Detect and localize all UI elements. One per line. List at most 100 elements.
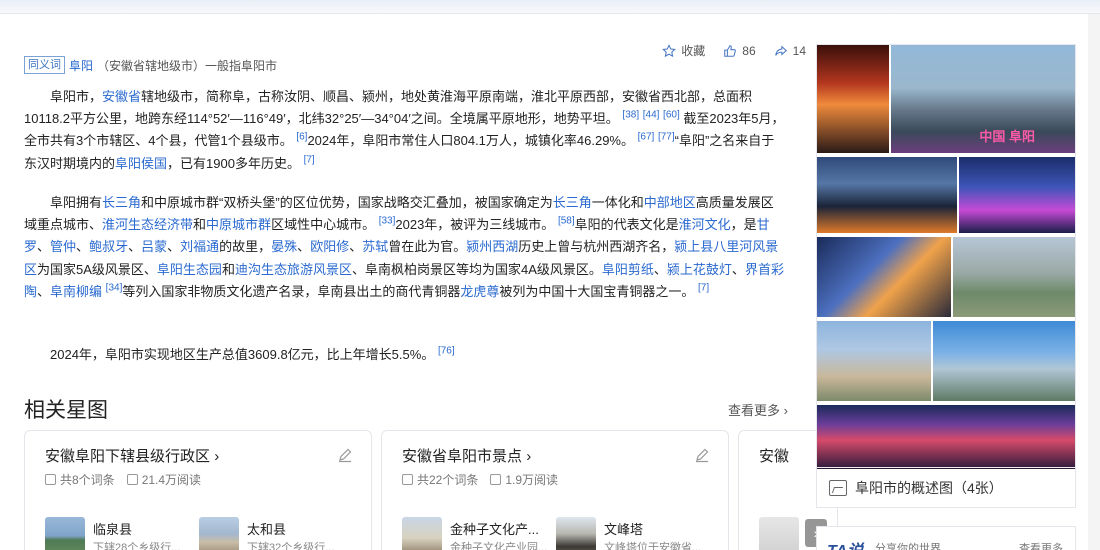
link-yangtze-delta-2[interactable]: 长三角 <box>553 195 592 210</box>
link-baoshuya[interactable]: 鲍叔牙 <box>89 239 128 254</box>
text: 阜阳市， <box>50 89 103 104</box>
thumbnail-image <box>556 517 596 550</box>
star-map-card[interactable]: 安徽阜阳下辖县级行政区 › 共8个词条 21.4万阅读 临泉县 下辖28个乡级行… <box>24 430 372 550</box>
page-scrollbar[interactable] <box>1088 14 1100 550</box>
link-liufutong[interactable]: 刘福通 <box>180 239 219 254</box>
view-more-link[interactable]: 查看更多 › <box>728 400 788 419</box>
link-yangtze-delta[interactable]: 长三角 <box>102 195 141 210</box>
card-title[interactable]: 安徽阜阳下辖县级行政区 › <box>45 445 219 466</box>
read-count: 1.9万阅读 <box>490 471 558 488</box>
star-map-card[interactable]: 安徽省阜阳市景点 › 共22个词条 1.9万阅读 金种子文化产... 金种子文化… <box>381 430 729 550</box>
overview-gallery[interactable]: 中国 阜阳 阜阳市的概述图（4张） <box>816 44 1076 508</box>
chevron-right-icon: › <box>526 448 532 465</box>
ref-60[interactable]: [60] <box>663 110 680 121</box>
document-icon <box>45 474 56 485</box>
link-huagudeng[interactable]: 颍上花鼓灯 <box>667 262 732 277</box>
gallery-image <box>817 405 1075 469</box>
summary-paragraph-1: 阜阳市，安徽省辖地级市，简称阜，古称汝阴、顺昌、颍州，地处黄淮海平原南端，淮北平… <box>24 86 786 175</box>
link-eco-park[interactable]: 阜阳生态园 <box>157 262 222 277</box>
thumbnail-image <box>45 517 85 550</box>
link-fuyang-houguo[interactable]: 阜阳侯国 <box>115 156 167 171</box>
read-count: 21.4万阅读 <box>126 471 201 488</box>
gallery-image <box>817 237 951 317</box>
link-papercut[interactable]: 阜阳剪纸 <box>602 262 654 277</box>
ref-6[interactable]: [6] <box>296 132 307 143</box>
ta-share-box: TA说 分享你的世界 查看更多 <box>816 526 1076 550</box>
ref-34[interactable]: [34] <box>106 282 123 293</box>
summary-paragraph-3: 2024年，阜阳市实现地区生产总值3609.8亿元，比上年增长5.5%。 [76… <box>24 344 786 366</box>
item-desc: 下辖28个乡级行... <box>93 542 181 550</box>
collect-button[interactable]: 收藏 <box>662 42 705 59</box>
gallery-overlay-text: 中国 阜阳 <box>979 129 1035 144</box>
item-desc: 下辖32个乡级行... <box>247 542 335 550</box>
synonym-row: 同义词 阜阳 （安徽省辖地级市）一般指阜阳市 <box>24 56 277 74</box>
card-meta: 共8个词条 21.4万阅读 <box>45 471 201 488</box>
link-guanzhong[interactable]: 管仲 <box>50 239 76 254</box>
gallery-image: 中国 阜阳 <box>891 45 1075 153</box>
view-more-label: 查看更多 <box>728 403 781 418</box>
pencil-icon[interactable] <box>694 447 710 463</box>
link-yanshu[interactable]: 晏殊 <box>271 239 297 254</box>
section-title: 相关星图 <box>24 399 108 422</box>
text: 为国家5A级风景区、 <box>37 261 157 277</box>
link-central-region[interactable]: 中部地区 <box>644 195 696 210</box>
ref-7[interactable]: [7] <box>304 154 315 165</box>
list-item[interactable]: 临泉县 下辖28个乡级行... <box>45 517 195 550</box>
item-name: 金种子文化产... <box>450 522 539 537</box>
gallery-image <box>959 157 1075 233</box>
entry-count-text: 共8个词条 <box>60 473 115 487</box>
text: 、 <box>297 239 311 255</box>
thumbnail-image <box>759 517 799 550</box>
list-item[interactable]: 文峰塔 文峰塔位于安徽省... <box>556 517 706 550</box>
gallery-caption[interactable]: 阜阳市的概述图（4张） <box>817 467 1075 507</box>
ref-67[interactable]: [67] <box>638 132 655 143</box>
ref-77[interactable]: [77] <box>658 132 675 143</box>
card-title[interactable]: 安徽 <box>759 445 789 466</box>
synonym-link[interactable]: 阜阳 <box>69 57 93 74</box>
text: 、 <box>653 261 667 277</box>
text: 历史上曾与杭州西湖齐名， <box>518 239 675 255</box>
text: ，已有1900多年历史。 <box>167 155 300 171</box>
ref-76[interactable]: [76] <box>438 346 455 357</box>
gallery-image <box>817 157 957 233</box>
text: 和 <box>221 261 235 277</box>
link-digou[interactable]: 迪沟生态旅游风景区 <box>235 262 352 277</box>
ref-33[interactable]: [33] <box>379 216 396 227</box>
link-huaihe-belt[interactable]: 淮河生态经济带 <box>102 217 193 232</box>
link-liubian[interactable]: 阜南柳编 <box>50 284 102 299</box>
card-title-text: 安徽阜阳下辖县级行政区 <box>45 448 211 465</box>
link-yingzhou-xihu[interactable]: 颍州西湖 <box>466 239 518 254</box>
link-ouyangxiu[interactable]: 欧阳修 <box>310 239 349 254</box>
gallery-image <box>933 321 1075 401</box>
text: 被列为中国十大国宝青铜器之一。 <box>499 283 695 299</box>
ref-38[interactable]: [38] <box>622 110 639 121</box>
link-huaihe-culture[interactable]: 淮河文化 <box>679 217 731 232</box>
text: 阜阳的代表文化是 <box>574 217 679 233</box>
pencil-icon[interactable] <box>337 447 353 463</box>
main-content: 收藏 86 14 同义词 阜阳 （安徽省辖地级市）一般指阜阳市 阜阳市，安徽省辖… <box>24 14 838 550</box>
card-title[interactable]: 安徽省阜阳市景点 › <box>402 445 531 466</box>
list-item[interactable]: 太和县 下辖32个乡级行... <box>199 517 349 550</box>
link-sushi[interactable]: 苏轼 <box>362 239 388 254</box>
item-name: 临泉县 <box>93 522 133 537</box>
text: 阜阳拥有 <box>50 195 103 210</box>
text: 、 <box>731 261 745 277</box>
card-title-text: 安徽省阜阳市景点 <box>402 448 523 465</box>
ref-44[interactable]: [44] <box>643 110 660 121</box>
share-button[interactable]: 14 <box>774 44 806 58</box>
entry-actions: 收藏 86 14 <box>662 42 806 59</box>
link-anhui[interactable]: 安徽省 <box>102 89 141 104</box>
ref-7b[interactable]: [7] <box>698 282 709 293</box>
link-longhuzun[interactable]: 龙虎尊 <box>460 284 499 299</box>
card-meta: 共22个词条 1.9万阅读 <box>402 471 558 488</box>
ref-58[interactable]: [58] <box>558 216 575 227</box>
document-icon <box>402 474 413 485</box>
text: 、阜南枫柏岗景区等均为国家4A级风景区。 <box>351 261 602 277</box>
list-item[interactable]: 金种子文化产... 金种子文化产业园... <box>402 517 552 550</box>
text: 和中原城市群“双桥头堡”的区位优势，国家战略交汇叠加，被国家确定为 <box>141 195 553 210</box>
ta-more-link[interactable]: 查看更多 <box>1019 540 1063 550</box>
share-count: 14 <box>792 43 806 58</box>
like-button[interactable]: 86 <box>723 44 756 58</box>
link-lvmeng[interactable]: 吕蒙 <box>141 239 167 254</box>
link-central-plains[interactable]: 中原城市群 <box>206 217 271 232</box>
